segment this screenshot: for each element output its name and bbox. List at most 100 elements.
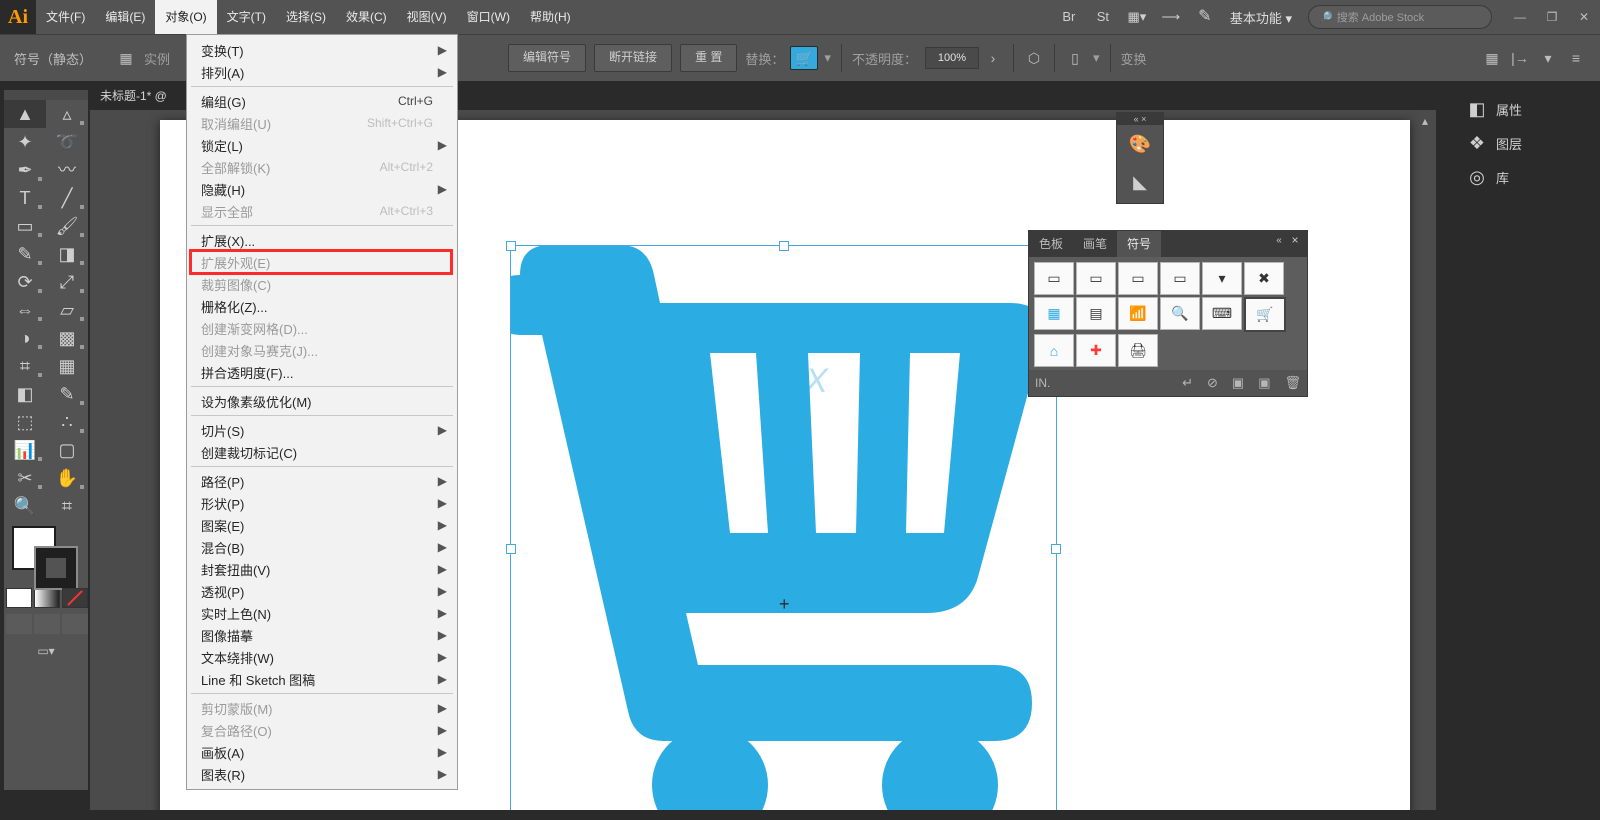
stock-icon[interactable]: St [1086,0,1120,34]
ctlbar-right-btn[interactable]: ▦ [1480,46,1504,70]
lasso-tool[interactable]: ➰ [46,128,88,156]
menu-item[interactable]: 图案(E)▶ [187,514,457,536]
shaper-tool[interactable]: ✎ [4,240,46,268]
symbol-swatch[interactable]: ✚ [1076,334,1116,367]
symbol-swatch[interactable]: ▭ [1118,262,1158,295]
menu-item[interactable]: 图表(R)▶ [187,763,457,785]
menu-选择[interactable]: 选择(S) [276,0,336,34]
menu-文字[interactable]: 文字(T) [217,0,276,34]
ctlbar-right-btn[interactable]: ▾ [1536,46,1560,70]
type-tool[interactable]: T [4,184,46,212]
tab-brushes[interactable]: 画笔 [1073,231,1117,257]
symbol-swatch[interactable]: 📶 [1118,297,1158,330]
menu-编辑[interactable]: 编辑(E) [95,0,155,34]
pen-tool[interactable]: ✒ [4,156,46,184]
menu-item[interactable]: 路径(P)▶ [187,470,457,492]
menu-item[interactable]: 图像描摹▶ [187,624,457,646]
menu-对象[interactable]: 对象(O) [155,0,216,34]
resize-handle[interactable] [779,241,789,251]
print-tiling-tool[interactable]: ⌗ [46,492,88,520]
width-tool[interactable]: ⇔ [4,296,46,324]
live-paint-tool[interactable]: ▩ [46,324,88,352]
menu-item[interactable]: 封套扭曲(V)▶ [187,558,457,580]
menu-item[interactable]: 画板(A)▶ [187,741,457,763]
menu-item[interactable]: 形状(P)▶ [187,492,457,514]
feather-icon[interactable]: ✎ [1188,0,1222,34]
symbol-swatch[interactable]: ▤ [1076,297,1116,330]
place-symbol-icon[interactable]: ↵ [1182,375,1193,391]
symbol-swatch[interactable]: 🖨 [1118,334,1158,367]
reset-button[interactable]: 重 置 [680,44,737,72]
menu-item[interactable]: 排列(A)▶ [187,61,457,83]
menu-item[interactable]: 编组(G)Ctrl+G [187,90,457,112]
panel-properties[interactable]: ◧属性 [1458,92,1598,126]
draw-inside[interactable] [62,614,88,634]
shape-builder-tool[interactable]: ◑ [4,324,46,352]
replace-symbol-swatch[interactable]: 🛒 [790,46,818,70]
menu-item[interactable]: 创建裁切标记(C) [187,441,457,463]
menu-item[interactable]: 文本绕排(W)▶ [187,646,457,668]
symbol-swatch[interactable]: ▦ [1034,297,1074,330]
menu-视图[interactable]: 视图(V) [397,0,457,34]
menu-item[interactable]: 透视(P)▶ [187,580,457,602]
search-input[interactable]: 🔎 搜索 Adobe Stock [1308,5,1492,29]
minimize-button[interactable]: — [1504,0,1536,34]
menu-item[interactable]: 混合(B)▶ [187,536,457,558]
opacity-input[interactable]: 100% [925,47,979,69]
menu-item[interactable]: 实时上色(N)▶ [187,602,457,624]
menu-item[interactable]: 拼合透明度(F)... [187,361,457,383]
break-link-icon[interactable]: ⊘ [1207,375,1218,391]
color-mode-solid[interactable] [6,588,32,608]
document-tab[interactable]: 未标题-1* @ [90,80,167,110]
symbol-swatch[interactable]: ▭ [1034,262,1074,295]
menu-item[interactable]: 隐藏(H)▶ [187,178,457,200]
scale-tool[interactable]: ⤢ [46,268,88,296]
menu-文件[interactable]: 文件(F) [36,0,95,34]
mesh-tool[interactable]: ▦ [46,352,88,380]
screen-mode-button[interactable]: ▭▾ [26,644,66,672]
symbol-libraries-button[interactable]: IN. [1035,376,1050,390]
eyedropper-tool[interactable]: ✎ [46,380,88,408]
fill-stroke-control[interactable] [4,524,88,586]
color-mode-gradient[interactable] [34,588,60,608]
tab-symbols[interactable]: 符号 [1117,231,1161,257]
rectangle-tool[interactable]: ▭ [4,212,46,240]
close-button[interactable]: ✕ [1568,0,1600,34]
artboard-tool[interactable]: ▢ [46,436,88,464]
symbol-options-icon[interactable]: ▣ [1232,375,1244,391]
resize-handle[interactable] [506,241,516,251]
magic-wand-tool[interactable]: ✦ [4,128,46,156]
symbol-swatch[interactable]: ▭ [1160,262,1200,295]
resize-handle[interactable] [506,544,516,554]
symbol-swatch[interactable]: 🛒 [1244,297,1286,332]
symbol-swatch[interactable]: ✖ [1244,262,1284,295]
free-transform-tool[interactable]: ▱ [46,296,88,324]
menu-item[interactable]: 锁定(L)▶ [187,134,457,156]
scroll-up-arrow-icon[interactable]: ▴ [1422,114,1428,128]
hand-tool[interactable]: ✋ [46,464,88,492]
menu-item[interactable]: 栅格化(Z)... [187,295,457,317]
swatch-icon[interactable]: ◣ [1117,163,1163,201]
vertical-scrollbar[interactable]: ▴ [1420,110,1436,810]
selection-tool[interactable]: ▲ [4,100,46,128]
curvature-tool[interactable]: 〰 [46,156,88,184]
panel-grip[interactable] [4,90,88,100]
column-graph-tool[interactable]: 📊 [4,436,46,464]
color-mode-none[interactable] [62,588,88,608]
dropdown-arrow-icon[interactable]: ▾ [1093,50,1100,66]
menu-帮助[interactable]: 帮助(H) [520,0,581,34]
menu-item[interactable]: Line 和 Sketch 图稿▶ [187,668,457,690]
panel-libraries[interactable]: ◎库 [1458,160,1598,194]
color-palette-icon[interactable]: 🎨 [1117,125,1163,163]
ctlbar-right-btn[interactable]: |→ [1508,46,1532,70]
symbol-swatch[interactable]: ⌂ [1034,334,1074,367]
docked-mini-panel[interactable]: « × 🎨 ◣ [1116,112,1164,204]
menu-item[interactable]: 切片(S)▶ [187,419,457,441]
bridge-icon[interactable]: Br [1052,0,1086,34]
dock-header[interactable]: « × [1117,113,1163,125]
draw-behind[interactable] [34,614,60,634]
opacity-arrow-icon[interactable]: › [981,46,1005,70]
dropdown-arrow-icon[interactable]: ▾ [824,50,831,66]
direct-selection-tool[interactable]: ▵ [46,100,88,128]
symbol-swatch[interactable]: 🔍 [1160,297,1200,330]
